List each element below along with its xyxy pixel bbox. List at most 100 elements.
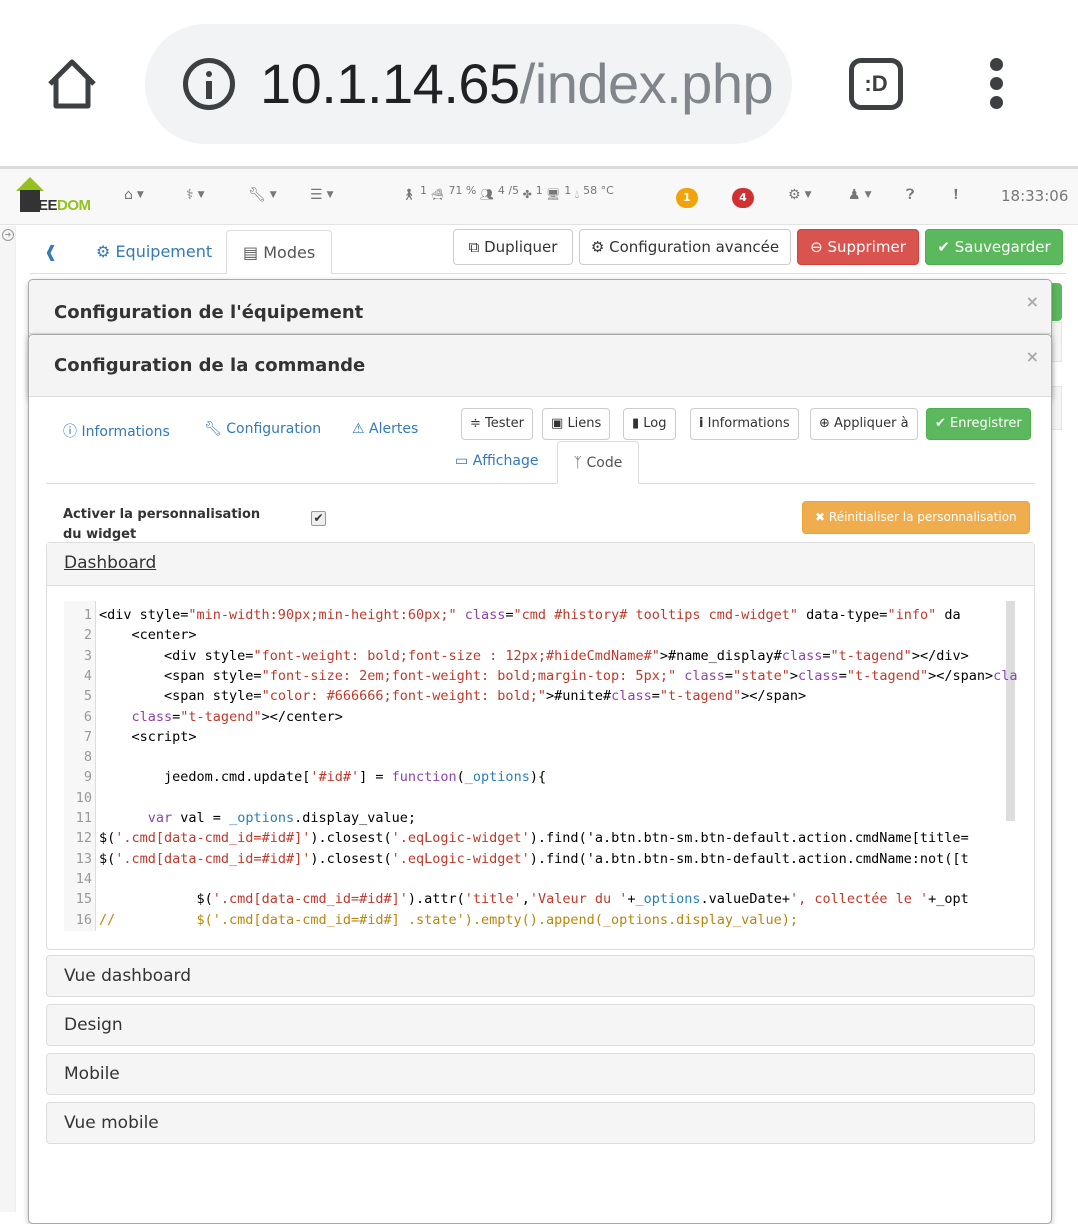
line-number: 3 [83, 647, 92, 664]
code-line: 16// $('.cmd[data-cmd_id=#id#] .state').… [64, 910, 1018, 930]
code-line: 12 $('.cmd[data-cmd_id=#id#]').closest('.… [64, 828, 1018, 848]
check-circle-icon: ✔ [935, 416, 946, 431]
tab-code[interactable]: ᛉ Code [557, 441, 639, 484]
logo-text-ee: EE [38, 197, 58, 214]
tools-menu[interactable]: 🔧︎ ▼ [248, 187, 277, 203]
modal-header: Configuration de la commande × [29, 335, 1051, 397]
links-icon: ▣ [551, 416, 564, 431]
tab-equipement-label: Equipement [115, 242, 213, 261]
panel-title: Design [64, 1015, 123, 1035]
vue-mobile-panel[interactable]: Vue mobile [46, 1102, 1035, 1144]
advanced-config-label: Configuration avancée [609, 238, 780, 256]
logo-text: EEDOM [38, 197, 91, 214]
tabs-button[interactable]: :D [849, 58, 903, 110]
back-button[interactable]: ❰ [44, 230, 57, 274]
code-editor[interactable]: 1 <div style="min-width:90px;min-height:6… [64, 601, 1018, 931]
tab-label: Alertes [369, 421, 419, 437]
command-config-modal: Configuration de la commande × ⓘ Informa… [28, 334, 1052, 1224]
code-line: 5 <span style="color: #666666;font-weigh… [64, 686, 1018, 706]
modal-header: Configuration de l'équipement × [29, 280, 1051, 334]
code-line: 15 $('.cmd[data-cmd_id=#id#]').attr('tit… [64, 889, 1018, 909]
code-line: 6 class="t-tagend"></center> [64, 707, 1018, 727]
duplicate-button[interactable]: ⧉ Dupliquer [453, 229, 573, 265]
motion-icon: 🚶︎ [402, 188, 416, 201]
panel-title: Mobile [64, 1064, 120, 1084]
update-badge[interactable]: 4 [732, 188, 754, 208]
button-label: Enregistrer [950, 416, 1022, 431]
health-menu[interactable]: ⚕ ▼ [186, 187, 205, 203]
register-button[interactable]: ✔ Enregistrer [926, 408, 1031, 440]
user-menu[interactable]: ♟ ▼ [848, 187, 871, 203]
settings-menu[interactable]: ⚙ ▼ [788, 187, 811, 203]
line-number: 5 [83, 688, 92, 705]
button-label: Tester [485, 416, 524, 431]
button-label: Liens [567, 416, 602, 431]
info-circle-icon: ⓘ [63, 424, 77, 440]
minus-circle-icon: ⊖ [810, 238, 823, 256]
save-button[interactable]: ✔ Sauvegarder [925, 229, 1063, 265]
humidity-value: 71 % [448, 184, 477, 197]
mobile-panel[interactable]: Mobile [46, 1053, 1035, 1095]
sidebar-toggle-icon[interactable]: ➜ [2, 229, 14, 241]
help-icon[interactable]: ❓︎ [906, 187, 914, 203]
line-number: 8 [83, 749, 92, 766]
code-line: 11 var val = _options.display_value; [64, 808, 1018, 828]
tab-modes[interactable]: ▤ Modes [226, 230, 333, 274]
home-icon[interactable] [42, 54, 102, 114]
tab-affichage[interactable]: ▭ Affichage [455, 453, 538, 469]
dashboard-icon: ⚙ [96, 242, 111, 261]
gears-icon: ⚙ [590, 238, 605, 256]
panel-header[interactable]: Dashboard [47, 543, 1034, 586]
jeedom-logo[interactable]: EEDOM [16, 177, 96, 217]
activate-widget-checkbox[interactable]: ✔ [311, 511, 326, 526]
button-label: Réinitialiser la personnalisation [828, 510, 1017, 524]
line-number: 14 [75, 870, 92, 887]
info-icon[interactable] [183, 58, 235, 110]
file-icon: ▮ [632, 416, 640, 431]
menu-icon[interactable] [984, 58, 1008, 114]
url-text[interactable]: 10.1.14.65/index.php [260, 52, 774, 116]
informations-button[interactable]: i Informations [690, 408, 799, 440]
button-label: Log [643, 416, 667, 431]
delete-button[interactable]: ⊖ Supprimer [797, 229, 919, 265]
code-line: 4 <span style="font-size: 2em;font-weigh… [64, 666, 1018, 686]
home-menu[interactable]: ⌂ ▼ [124, 187, 144, 203]
caret-down-icon: ▼ [197, 190, 205, 200]
tab-alertes[interactable]: ⚠ Alertes [352, 421, 418, 437]
status-summary[interactable]: 🚶︎ 1 🛁︎ 71 % 👥︎ 4 /5 ✤ 1 🖥︎ 1 💧︎ 58 °C [402, 184, 614, 202]
list-icon: ▤ [243, 243, 259, 262]
close-icon[interactable]: × [1026, 292, 1039, 311]
tab-equipement[interactable]: ⚙ Equipement [96, 230, 212, 274]
panel-title[interactable]: Dashboard [64, 553, 156, 573]
code-line: 7 <script> [64, 727, 1018, 747]
caret-down-icon: ▼ [864, 190, 872, 200]
code-line: 9 jeedom.cmd.update['#id#'] = function(_… [64, 767, 1018, 787]
reset-custom-button[interactable]: ✖ Réinitialiser la personnalisation [802, 501, 1030, 534]
tab-informations[interactable]: ⓘ Informations [63, 421, 170, 441]
save-label: Sauvegarder [954, 238, 1051, 256]
code-fork-icon: ᛉ [573, 455, 583, 471]
log-button[interactable]: ▮ Log [623, 408, 676, 440]
line-number: 4 [83, 667, 92, 684]
tab-label: Informations [81, 424, 170, 440]
tab-configuration[interactable]: 🔧︎ Configuration [204, 421, 321, 437]
design-panel[interactable]: Design [46, 1004, 1035, 1046]
close-icon[interactable]: × [1026, 347, 1039, 366]
temperature-value: 58 °C [583, 184, 614, 197]
vue-dashboard-panel[interactable]: Vue dashboard [46, 955, 1035, 997]
advanced-config-button[interactable]: ⚙ Configuration avancée [579, 229, 791, 265]
jeedom-navbar: EEDOM ⌂ ▼ ⚕ ▼ 🔧︎ ▼ ☰ ▼ 🚶︎ 1 🛁︎ 71 % 👥︎ 4 /5 ✤ 1 … [0, 169, 1078, 225]
apply-to-button[interactable]: ⊕ Appliquer à [810, 408, 918, 440]
plugins-menu[interactable]: ☰ ▼ [310, 187, 333, 203]
activate-widget-label: Activer la personnalisation du widget [63, 507, 261, 542]
rss-icon: ≑ [470, 416, 481, 431]
message-badge[interactable]: 1 [676, 188, 698, 208]
alert-icon[interactable]: ❗︎ [954, 187, 958, 203]
plus-circle-icon: ⊕ [819, 416, 830, 431]
delete-label: Supprimer [827, 238, 906, 256]
info-icon: i [699, 416, 704, 431]
links-button[interactable]: ▣ Liens [542, 408, 611, 440]
fan-icon: ✤ [522, 188, 532, 201]
test-button[interactable]: ≑ Tester [461, 408, 533, 440]
address-bar[interactable]: 10.1.14.65/index.php [145, 24, 792, 144]
